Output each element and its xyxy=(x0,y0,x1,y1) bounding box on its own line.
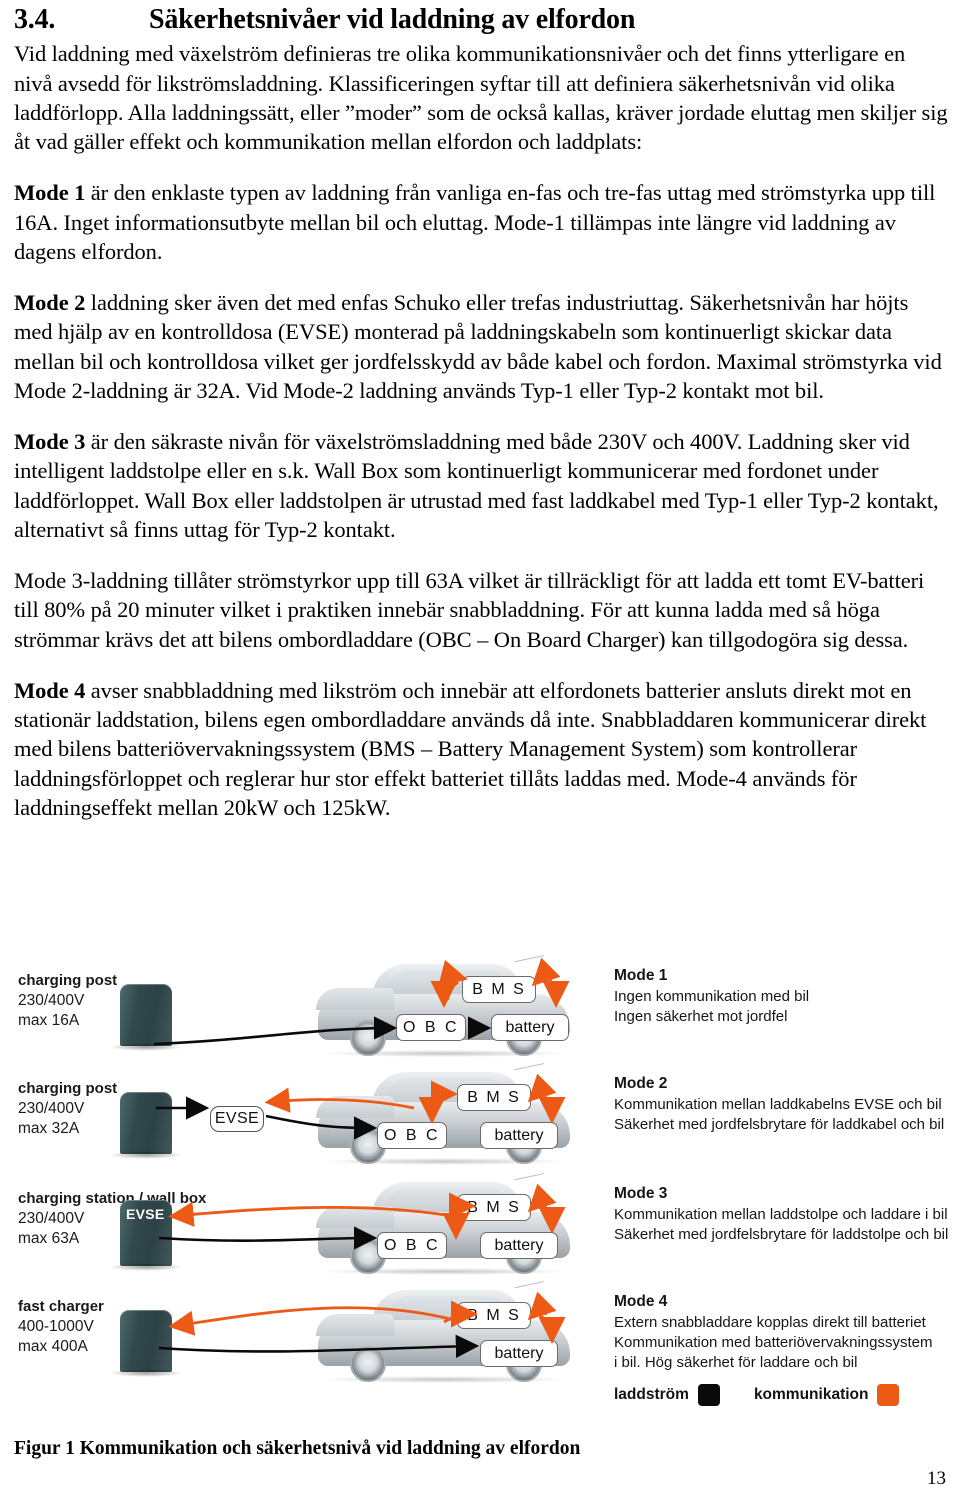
mode3-label: Mode 3 xyxy=(14,429,86,455)
mode-line: Säkerhet med jordfelsbrytare för laddkab… xyxy=(614,1115,945,1133)
section-heading: 3.4. Säkerhetsnivåer vid laddning av elf… xyxy=(14,4,948,35)
post-shadow xyxy=(109,1151,183,1159)
component-bms: B M S xyxy=(462,976,536,1003)
source-label-mode2: charging post 230/400V max 32A xyxy=(18,1080,203,1139)
diagram-row-mode2: charging post 230/400V max 32A EVSE B M … xyxy=(14,1063,948,1171)
source-voltage: 400-1000V xyxy=(18,1317,94,1335)
component-obc: O B C xyxy=(396,1014,466,1041)
mode-line: Extern snabbladdare kopplas direkt till … xyxy=(614,1313,926,1331)
mode3b-paragraph: Mode 3-laddning tillåter strömstyrkor up… xyxy=(14,568,925,652)
source-current: max 63A xyxy=(18,1229,80,1247)
car-hood xyxy=(316,988,394,1010)
legend-item-communication: kommunikation xyxy=(754,1384,900,1406)
mode-description-2: Mode 2 Kommunikation mellan laddkabelns … xyxy=(614,1074,948,1135)
mode-line: Ingen kommunikation med bil xyxy=(614,987,810,1005)
document-page: 3.4. Säkerhetsnivåer vid laddning av elf… xyxy=(0,0,960,1506)
mode2-paragraph: Mode 2 laddning sker även det med enfas … xyxy=(14,288,948,405)
mode-title: Mode 3 xyxy=(614,1185,668,1202)
source-voltage: 230/400V xyxy=(18,1099,85,1117)
source-label-mode4: fast charger 400-1000V max 400A xyxy=(18,1298,203,1357)
source-title: charging station / wall box xyxy=(18,1190,207,1207)
evse-label-on-station: EVSE xyxy=(126,1206,165,1222)
diagram-row-mode1: charging post 230/400V max 16A B M S O B… xyxy=(14,955,948,1063)
car-shadow xyxy=(322,1268,566,1275)
source-current: max 400A xyxy=(18,1337,88,1355)
source-title: fast charger xyxy=(18,1298,104,1315)
component-bms: B M S xyxy=(457,1084,531,1111)
component-battery: battery xyxy=(480,1232,558,1259)
evse-box: EVSE xyxy=(210,1106,264,1132)
mode1-text: är den enklaste typen av laddning från v… xyxy=(14,180,936,264)
mode-line: Säkerhet med jordfelsbrytare för laddsto… xyxy=(614,1225,949,1243)
mode-line: i bil. Hög säkerhet för laddare och bil xyxy=(614,1353,858,1371)
post-shadow xyxy=(109,1043,183,1051)
mode-description-1: Mode 1 Ingen kommunikation med bil Ingen… xyxy=(614,966,948,1027)
mode4-paragraph: Mode 4 avser snabbladdning med likström … xyxy=(14,676,948,822)
post-shadow xyxy=(109,1263,183,1271)
mode3-text: är den säkraste nivån för växelströmslad… xyxy=(14,429,939,542)
source-current: max 32A xyxy=(18,1119,80,1137)
mode2-label: Mode 2 xyxy=(14,290,86,316)
car-hood xyxy=(316,1314,394,1336)
legend-item-current: laddström xyxy=(614,1384,720,1406)
legend-label-current: laddström xyxy=(614,1386,689,1403)
component-obc: O B C xyxy=(377,1232,447,1259)
mode3-paragraph: Mode 3 är den säkraste nivån för växelst… xyxy=(14,427,948,544)
mode-description-4: Mode 4 Extern snabbladdare kopplas direk… xyxy=(614,1292,948,1372)
car-hood xyxy=(316,1096,394,1118)
mode4-label: Mode 4 xyxy=(14,677,86,703)
source-label-mode1: charging post 230/400V max 16A xyxy=(18,972,203,1031)
source-voltage: 230/400V xyxy=(18,1209,85,1227)
car-hood xyxy=(316,1206,394,1228)
source-label-mode3: charging station / wall box 230/400V max… xyxy=(18,1190,207,1249)
legend-swatch-current xyxy=(697,1384,720,1406)
component-battery: battery xyxy=(491,1014,569,1041)
mode2-text: laddning sker även det med enfas Schuko … xyxy=(14,290,942,403)
legend-label-communication: kommunikation xyxy=(753,1386,869,1403)
fast-charger-icon xyxy=(120,1310,172,1372)
component-bms: B M S xyxy=(457,1302,531,1329)
figure-caption: Figur 1 Kommunikation och säkerhetsnivå … xyxy=(14,1438,581,1459)
intro-paragraph: Vid laddning med växelström definieras t… xyxy=(14,41,948,155)
diagram-row-mode3: charging station / wall box 230/400V max… xyxy=(14,1173,948,1281)
antenna-icon xyxy=(514,955,548,978)
antenna-icon xyxy=(514,1281,548,1304)
source-voltage: 230/400V xyxy=(18,991,85,1009)
legend-swatch-communication xyxy=(877,1384,900,1406)
mode4-text: avser snabbladdning med likström och inn… xyxy=(14,677,927,820)
post-shadow xyxy=(109,1369,183,1377)
diagram-row-mode4: fast charger 400-1000V max 400A B M S ba… xyxy=(14,1281,948,1389)
charging-post-icon xyxy=(120,984,172,1046)
mode-title: Mode 4 xyxy=(614,1293,668,1310)
charging-modes-diagram: charging post 230/400V max 16A B M S O B… xyxy=(14,948,948,1408)
section-title: Säkerhetsnivåer vid laddning av elfordon xyxy=(149,4,636,35)
figure-1: charging post 230/400V max 16A B M S O B… xyxy=(14,948,948,1418)
car-shadow xyxy=(322,1158,566,1165)
mode-line: Kommunikation mellan laddkabelns EVSE oc… xyxy=(614,1095,942,1113)
source-title: charging post xyxy=(18,972,118,989)
mode-title: Mode 1 xyxy=(614,967,668,984)
component-obc: O B C xyxy=(377,1122,447,1149)
diagram-legend: laddström kommunikation xyxy=(614,1384,948,1406)
component-battery: battery xyxy=(480,1122,558,1149)
mode1-paragraph: Mode 1 är den enklaste typen av laddning… xyxy=(14,178,948,266)
mode-title: Mode 2 xyxy=(614,1075,668,1092)
mode-description-3: Mode 3 Kommunikation mellan laddstolpe o… xyxy=(614,1184,948,1245)
component-bms: B M S xyxy=(457,1194,531,1221)
mode-line: Kommunikation med batteriövervakningssys… xyxy=(614,1333,933,1351)
charging-post-icon xyxy=(120,1092,172,1154)
antenna-icon xyxy=(514,1173,548,1196)
text-content: 3.4. Säkerhetsnivåer vid laddning av elf… xyxy=(14,4,948,822)
component-battery: battery xyxy=(480,1340,558,1367)
antenna-icon xyxy=(514,1063,548,1086)
mode-line: Ingen säkerhet mot jordfel xyxy=(614,1007,788,1025)
car-shadow xyxy=(322,1050,566,1057)
source-current: max 16A xyxy=(18,1011,80,1029)
source-title: charging post xyxy=(18,1080,118,1097)
section-number: 3.4. xyxy=(14,4,56,35)
car-shadow xyxy=(322,1376,566,1383)
mode-line: Kommunikation mellan laddstolpe och ladd… xyxy=(614,1205,948,1223)
page-number: 13 xyxy=(927,1468,946,1489)
mode1-label: Mode 1 xyxy=(14,180,86,206)
